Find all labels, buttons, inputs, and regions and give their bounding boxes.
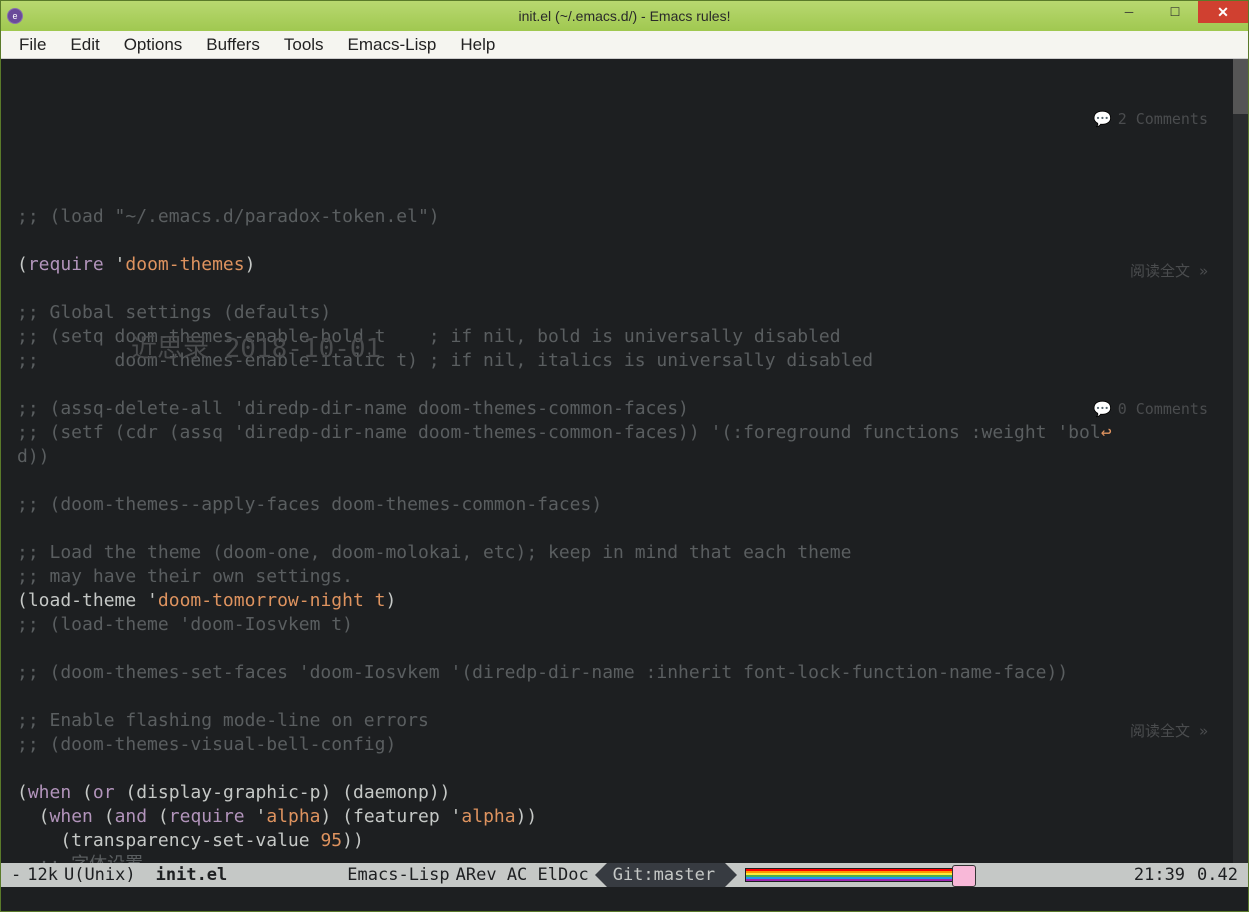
emacs-window: e init.el (~/.emacs.d/) - Emacs rules! ─… <box>0 0 1249 912</box>
close-button[interactable]: ✕ <box>1198 1 1248 23</box>
modeline-git[interactable]: Git:master <box>607 863 725 887</box>
code-line: ;; (doom-themes--apply-faces doom-themes… <box>17 494 602 515</box>
menu-file[interactable]: File <box>7 32 58 58</box>
ghost-blog-title: 近思录 2018-10-01 <box>131 337 381 361</box>
vertical-scrollbar[interactable] <box>1233 59 1248 863</box>
code-line: ;; (doom-themes-set-faces 'doom-Iosvkem … <box>17 662 1068 683</box>
modeline-major-mode[interactable]: Emacs-Lisp <box>347 865 449 885</box>
code-line: ;; may have their own settings. <box>17 566 353 587</box>
menu-buffers[interactable]: Buffers <box>194 32 272 58</box>
code-line: ;; (load "~/.emacs.d/paradox-token.el") <box>17 206 440 227</box>
ghost-comments-2: 💬0 Comments <box>1093 397 1208 421</box>
modeline-time: 21:39 <box>1134 865 1185 885</box>
titlebar[interactable]: e init.el (~/.emacs.d/) - Emacs rules! ─… <box>1 1 1248 31</box>
modeline-minor-modes[interactable]: ARev AC ElDoc <box>456 865 589 885</box>
menu-tools[interactable]: Tools <box>272 32 336 58</box>
code-line: ;; Enable flashing mode-line on errors <box>17 710 429 731</box>
modeline-buffer-name[interactable]: init.el <box>156 865 228 885</box>
nyan-cat-progress[interactable] <box>745 868 975 882</box>
code-line: (transparency-set-value 95)) <box>17 830 364 851</box>
code-line: ;; (assq-delete-all 'diredp-dir-name doo… <box>17 398 689 419</box>
scrollbar-thumb[interactable] <box>1233 59 1248 114</box>
menubar: File Edit Options Buffers Tools Emacs-Li… <box>1 31 1248 59</box>
comment-icon: 💬 <box>1093 110 1112 128</box>
wrap-indicator-icon: ↩ <box>1101 422 1112 443</box>
menu-emacs-lisp[interactable]: Emacs-Lisp <box>336 32 449 58</box>
modeline[interactable]: - 12k U(Unix) init.el Emacs-Lisp ARev AC… <box>1 863 1248 887</box>
modeline-load: 0.42 <box>1197 865 1238 885</box>
code-line: ;; (setf (cdr (assq 'diredp-dir-name doo… <box>17 422 1112 443</box>
ghost-readmore-2: 阅读全文 » <box>1130 719 1208 743</box>
code-line: ;; (doom-themes-visual-bell-config) <box>17 734 396 755</box>
ghost-readmore-1: 阅读全文 » <box>1130 259 1208 283</box>
comment-icon: 💬 <box>1093 400 1112 418</box>
window-controls: ─ ☐ ✕ <box>1106 1 1248 25</box>
code-line: (require 'doom-themes) <box>17 254 255 275</box>
code-line: ;; Global settings (defaults) <box>17 302 331 323</box>
menu-edit[interactable]: Edit <box>58 32 111 58</box>
maximize-button[interactable]: ☐ <box>1152 1 1198 23</box>
emacs-icon: e <box>7 8 23 24</box>
code-line: (when (and (require 'alpha) (featurep 'a… <box>17 806 537 827</box>
ghost-comments-1: 💬2 Comments <box>1093 107 1208 131</box>
modeline-modified: - <box>11 865 21 885</box>
code-line: (load-theme 'doom-tomorrow-night t) <box>17 590 396 611</box>
window-title: init.el (~/.emacs.d/) - Emacs rules! <box>1 8 1248 24</box>
modeline-encoding: U(Unix) <box>64 865 136 885</box>
menu-options[interactable]: Options <box>112 32 195 58</box>
code-line: ;; 字体设置 <box>17 854 143 863</box>
code-line: d)) <box>17 446 50 467</box>
minibuffer[interactable] <box>1 887 1248 911</box>
code-line: ;; (load-theme 'doom-Iosvkem t) <box>17 614 353 635</box>
editor-buffer[interactable]: 💬2 Comments 阅读全文 » 近思录 2018-10-01 💬0 Com… <box>1 59 1248 863</box>
code-line: ;; Load the theme (doom-one, doom-moloka… <box>17 542 851 563</box>
modeline-size: 12k <box>27 865 58 885</box>
code-line: (when (or (display-graphic-p) (daemonp)) <box>17 782 451 803</box>
minimize-button[interactable]: ─ <box>1106 1 1152 23</box>
menu-help[interactable]: Help <box>448 32 507 58</box>
